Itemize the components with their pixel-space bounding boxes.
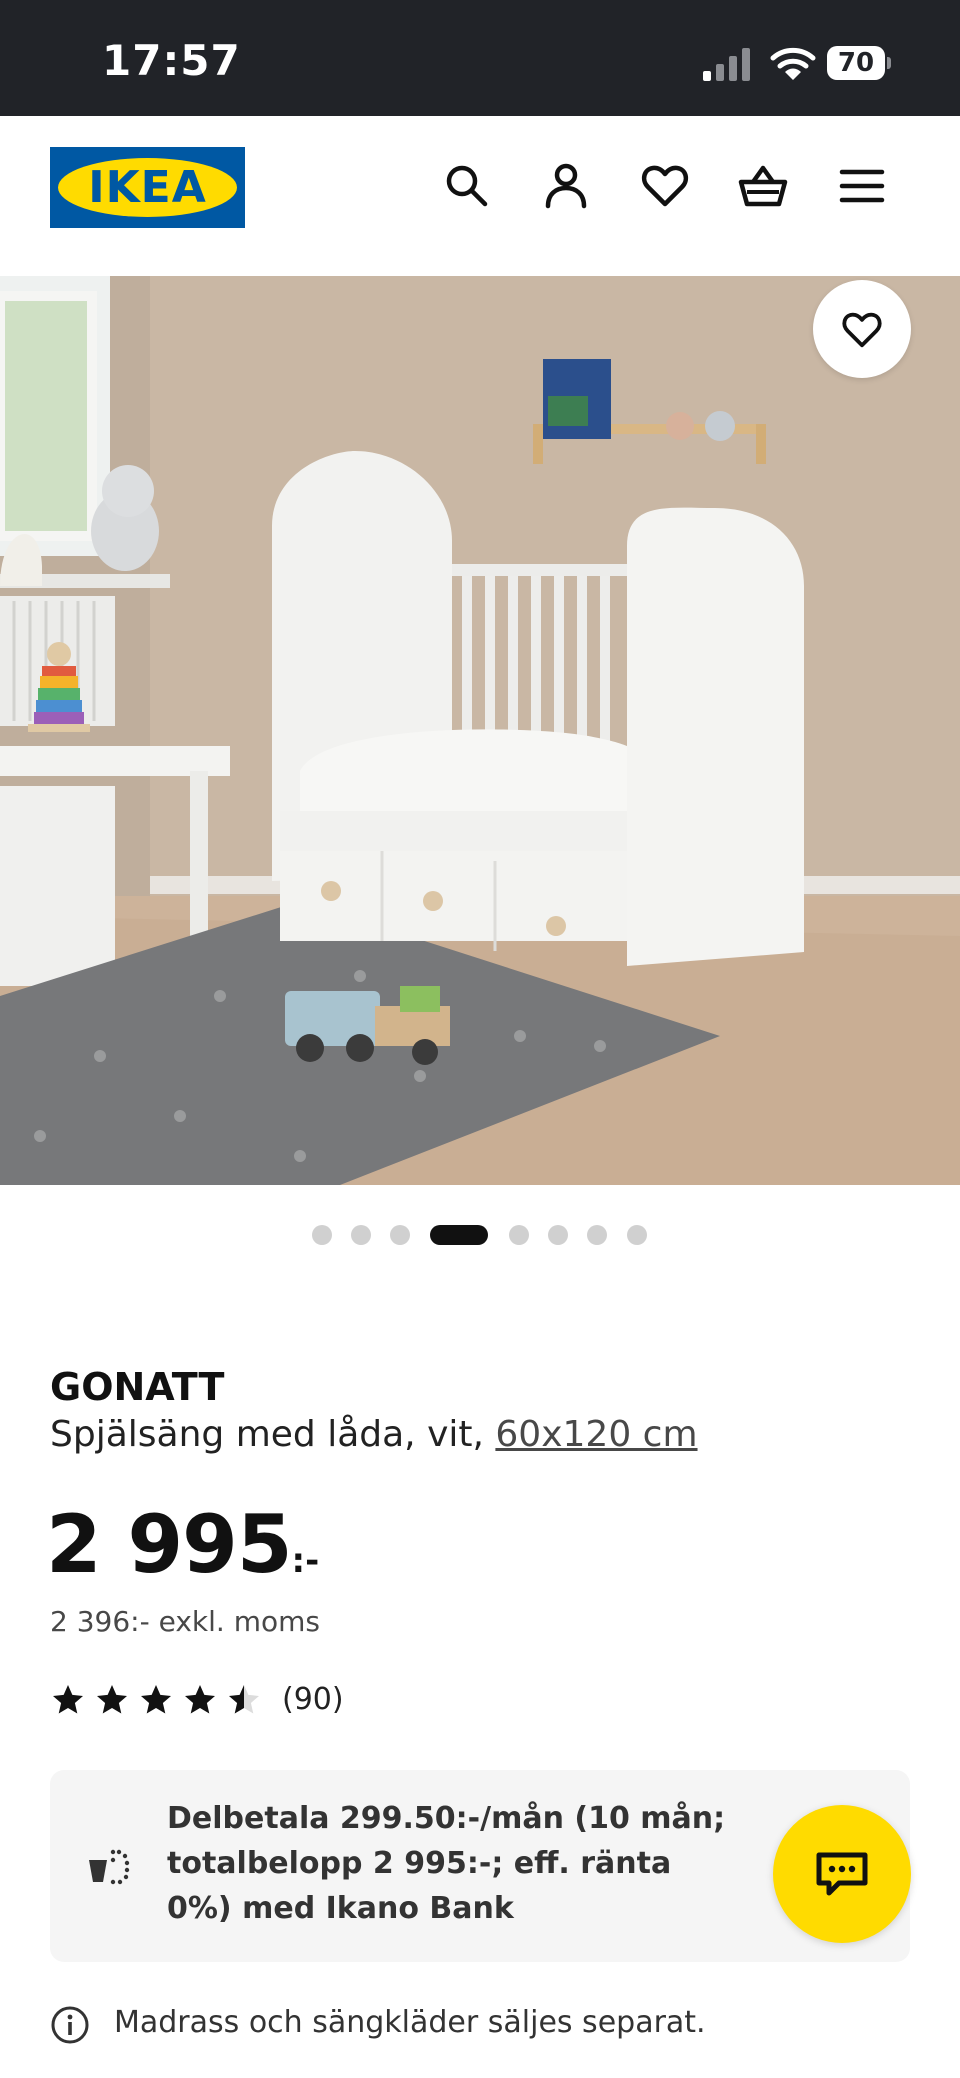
gallery-dot[interactable] <box>548 1225 568 1245</box>
gallery-dot[interactable] <box>390 1225 410 1245</box>
star-icon <box>53 1685 83 1714</box>
chat-icon <box>816 1852 868 1896</box>
gallery-dot[interactable] <box>312 1225 332 1245</box>
status-bar: 17:57 70 <box>0 0 960 116</box>
rating-count[interactable]: (90) <box>282 1682 344 1717</box>
gallery-dot[interactable] <box>351 1225 371 1245</box>
search-icon[interactable] <box>441 160 493 212</box>
battery-level: 70 <box>827 46 885 80</box>
gallery-pagination <box>0 1225 960 1247</box>
gallery-dot[interactable] <box>627 1225 647 1245</box>
gallery-dot[interactable] <box>587 1225 607 1245</box>
product-price: 2 995:- <box>46 1498 319 1591</box>
user-icon[interactable] <box>540 160 592 212</box>
logo-text: IKEA <box>88 162 207 213</box>
price-excl-vat: 2 396:- exkl. moms <box>50 1605 320 1638</box>
note-text: Madrass och sängkläder säljes separat. <box>114 2005 706 2040</box>
cart-icon[interactable] <box>737 160 789 212</box>
info-icon <box>51 2006 89 2044</box>
heart-icon <box>842 312 882 348</box>
financing-text: Delbetala 299.50:-/mån (10 mån; totalbel… <box>167 1801 726 1926</box>
wifi-icon <box>770 46 816 82</box>
product-image[interactable] <box>0 276 960 1185</box>
product-name: GONATT <box>50 1365 225 1409</box>
product-size-link[interactable]: 60x120 cm <box>495 1414 697 1455</box>
star-icon <box>185 1685 215 1714</box>
gallery-dot-active[interactable] <box>430 1225 488 1245</box>
star-icon <box>141 1685 171 1714</box>
gallery-dot[interactable] <box>509 1225 529 1245</box>
cellular-signal-icon <box>703 47 751 81</box>
chat-button[interactable] <box>773 1805 911 1943</box>
save-favorite-button[interactable] <box>813 280 911 378</box>
star-icon <box>97 1685 127 1714</box>
price-suffix: :- <box>291 1541 320 1581</box>
price-value: 2 995 <box>46 1498 293 1591</box>
product-description: Spjälsäng med låda, vit, 60x120 cm <box>50 1414 698 1455</box>
product-description-text: Spjälsäng med låda, vit, <box>50 1414 484 1455</box>
ikea-logo[interactable]: IKEA <box>50 147 245 228</box>
payment-split-icon <box>89 1849 130 1885</box>
crib-room-illustration <box>0 276 960 1185</box>
status-time: 17:57 <box>102 36 241 85</box>
menu-icon[interactable] <box>836 160 888 212</box>
battery-icon: 70 <box>827 46 891 82</box>
heart-icon[interactable] <box>639 160 691 212</box>
site-header: IKEA <box>0 116 960 276</box>
star-half-icon <box>229 1685 259 1714</box>
